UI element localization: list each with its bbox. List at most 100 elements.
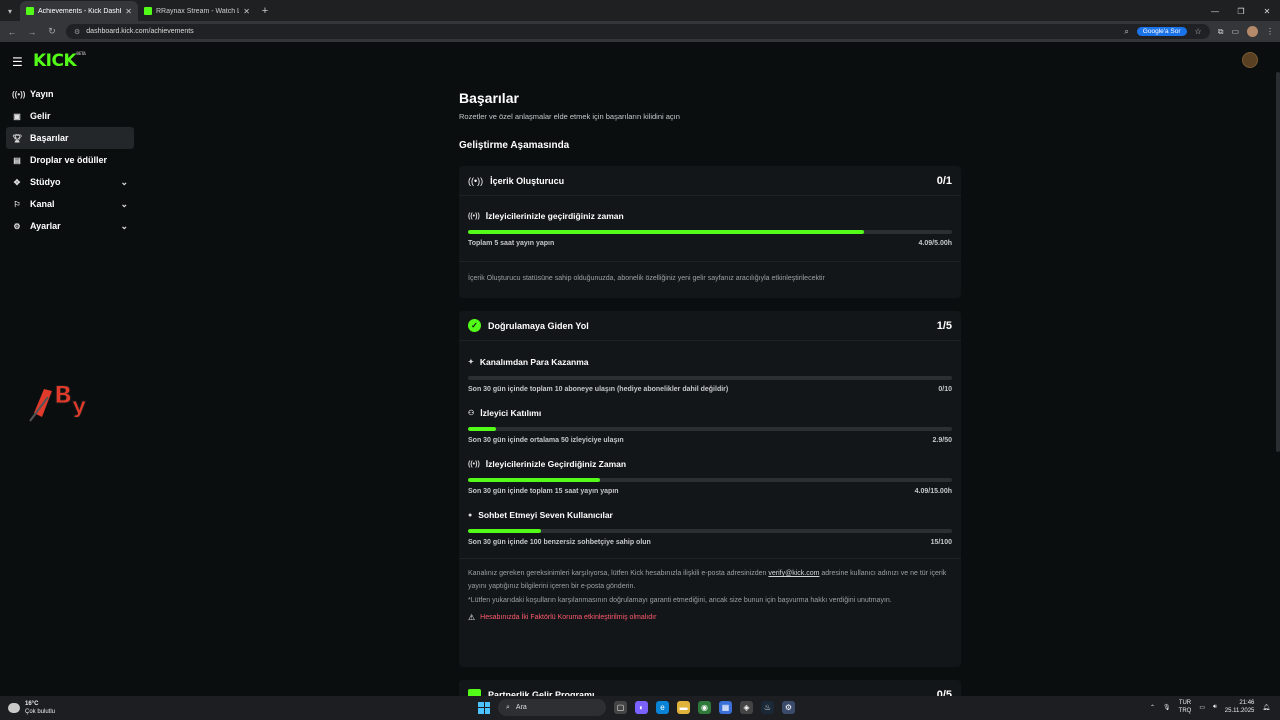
chevron-down-icon: ⌄ (120, 220, 128, 231)
scrollbar[interactable] (1276, 72, 1280, 452)
viewers-icon: ⚇ (468, 410, 475, 417)
clock[interactable]: 21:46 25.11.2025 (1225, 699, 1255, 715)
card-header: ✓ Doğrulamaya Giden Yol 1/5 (459, 311, 961, 341)
achievement-card-content-creator: ((•)) İçerik Oluşturucu 0/1 ((•)) İzleyi… (459, 166, 961, 298)
volume-icon[interactable]: 🔊︎ (1213, 704, 1217, 711)
back-icon[interactable]: ← (6, 27, 18, 37)
sidebar-item-droplar[interactable]: ▤ Droplar ve ödüller (6, 149, 134, 171)
store-icon[interactable]: ▦ (719, 701, 732, 714)
tray-chevron-icon[interactable]: ⌃ (1150, 704, 1155, 711)
requirement-value: 4.09/5.00h (918, 240, 952, 247)
google-ask-button[interactable]: Google'a Sor (1136, 27, 1187, 36)
broadcast-icon: ((•)) (468, 175, 484, 186)
broadcast-icon: ((•)) (468, 212, 480, 220)
requirement-title: Sohbet Etmeyi Seven Kullanıcılar (478, 510, 613, 520)
cast-icon[interactable]: ▭ (1231, 27, 1239, 36)
requirement-value: 2.9/50 (932, 437, 952, 444)
progress-bar (468, 376, 952, 380)
settings-icon[interactable]: ⚙ (782, 701, 795, 714)
close-tab-icon[interactable]: ✕ (125, 7, 132, 16)
chrome-icon[interactable]: ◉ (698, 701, 711, 714)
tab-title: Achievements - Kick Dashboard (38, 7, 121, 15)
maximize-icon[interactable]: ❐ (1228, 1, 1254, 21)
microphone-icon[interactable]: 🎙︎ (1163, 704, 1171, 711)
system-tray: ⌃ 🎙︎ TUR TRQ ▭ 🔊︎ 21:46 25.11.2025 🔔︎ (1150, 699, 1270, 715)
studio-icon: ✥ (13, 177, 21, 187)
minimize-icon[interactable]: — (1202, 1, 1228, 21)
windows-start-icon[interactable] (478, 701, 490, 714)
user-avatar[interactable] (1242, 52, 1258, 68)
notifications-icon[interactable]: 🔔︎ (1262, 704, 1270, 711)
sidebar-item-ayarlar[interactable]: ⚙ Ayarlar ⌄ (6, 215, 134, 237)
chevron-down-icon: ⌄ (120, 198, 128, 209)
card-progress-count: 1/5 (936, 319, 952, 332)
requirement-title: İzleyicilerinizle geçirdiğiniz zaman (485, 211, 624, 221)
new-tab-button[interactable]: + (256, 1, 274, 21)
copilot-icon[interactable]: ◐ (635, 701, 648, 714)
kick-logo[interactable]: KICKBETA (33, 51, 86, 71)
kick-favicon-icon (144, 7, 152, 15)
sidebar-item-kanal[interactable]: ⚐ Kanal ⌄ (6, 193, 134, 215)
steam-icon[interactable]: ♨ (761, 701, 774, 714)
tab-title: RRaynax Stream - Watch Live o (156, 7, 240, 15)
progress-fill (468, 529, 541, 533)
verify-email-link[interactable]: verify@kick.com (768, 570, 819, 577)
browser-tab-active[interactable]: Achievements - Kick Dashboard ✕ (20, 1, 138, 21)
browser-tab[interactable]: RRaynax Stream - Watch Live o ✕ (138, 1, 256, 21)
sidebar-item-label: Kanal (30, 199, 55, 209)
file-explorer-icon[interactable]: ▬ (677, 701, 690, 714)
app-icon[interactable]: ◈ (740, 701, 753, 714)
reload-icon[interactable]: ↻ (46, 26, 58, 37)
wallet-icon: ▣ (13, 111, 21, 121)
sidebar-item-basarilar[interactable]: 🏆︎ Başarılar (6, 127, 134, 149)
progress-bar (468, 478, 952, 482)
task-view-icon[interactable]: ▢ (614, 701, 627, 714)
menu-dots-icon[interactable]: ⋮ (1266, 27, 1274, 36)
weather-widget[interactable]: 16°C Çok bulutlu (0, 700, 55, 716)
lang-primary: TUR (1178, 700, 1192, 706)
taskbar-apps: ⌕ Ara ▢ ◐ e ▬ ◉ ▦ ◈ ♨ ⚙ (478, 699, 795, 716)
edge-icon[interactable]: e (656, 701, 669, 714)
requirement-title: İzleyicilerinizle Geçirdiğiniz Zaman (485, 459, 627, 469)
forward-icon[interactable]: → (26, 27, 38, 37)
bookmark-star-icon[interactable]: ☆ (1195, 27, 1202, 36)
weather-desc: Çok bulutlu (25, 709, 56, 715)
sidebar-item-label: Ayarlar (30, 221, 61, 231)
requirement-value: 15/100 (930, 539, 952, 546)
site-info-icon[interactable]: ⚙ (74, 28, 80, 36)
url-text: dashboard.kick.com/achievements (86, 28, 194, 35)
requirement-description: Son 30 gün içinde ortalama 50 izleyiciye… (468, 437, 624, 444)
close-tab-icon[interactable]: ✕ (243, 7, 250, 16)
page-subtitle: Rozetler ve özel anlaşmalar elde etmek i… (459, 112, 680, 121)
card-header: ((•)) İçerik Oluşturucu 0/1 (459, 166, 961, 196)
disclaimer-note: *Lütfen yukarıdaki koşulların karşılanma… (468, 597, 892, 604)
two-factor-warning: ⚠ Hesabınızda İki Faktörlü Koruma etkinl… (468, 613, 952, 622)
browser-tabbar: ▾ Achievements - Kick Dashboard ✕ RRayna… (0, 0, 1280, 21)
close-window-icon[interactable]: ✕ (1254, 1, 1280, 21)
section-title: Geliştirme Aşamasında (459, 140, 570, 151)
network-icon[interactable]: ▭ (1199, 704, 1205, 711)
zoom-icon[interactable]: ⌕ (1124, 27, 1128, 37)
requirement-description: Son 30 gün içinde toplam 15 saat yayın y… (468, 488, 619, 495)
sidebar-item-yayin[interactable]: ((•)) Yayın (6, 83, 134, 105)
language-indicator[interactable]: TUR TRQ (1179, 699, 1192, 715)
taskbar-search[interactable]: ⌕ Ara (498, 699, 606, 716)
tab-search-icon[interactable]: ▾ (0, 1, 20, 21)
requirement-title: İzleyici Katılımı (480, 408, 542, 418)
search-placeholder: Ara (515, 704, 527, 711)
profile-avatar[interactable] (1247, 26, 1258, 37)
sidebar-item-studyo[interactable]: ✥ Stüdyo ⌄ (6, 171, 134, 193)
url-input[interactable]: ⚙ dashboard.kick.com/achievements ⌕ Goog… (66, 24, 1210, 39)
sidebar-item-label: Başarılar (30, 133, 69, 143)
card-title: İçerik Oluşturucu (490, 175, 565, 186)
extensions-icon[interactable]: ⧉ (1218, 27, 1224, 37)
hamburger-menu-icon[interactable]: ☰ (12, 55, 23, 69)
page-title: Başarılar (459, 90, 519, 106)
sidebar-item-gelir[interactable]: ▣ Gelir (6, 105, 134, 127)
progress-fill (468, 478, 601, 482)
requirement-title: Kanalımdan Para Kazanma (479, 357, 589, 367)
card-title: Doğrulamaya Giden Yol (488, 320, 589, 331)
requirement: ⚇ İzleyici Katılımı Son 30 gün içinde or… (459, 393, 961, 444)
requirement: ((•)) İzleyicilerinizle geçirdiğiniz zam… (459, 196, 961, 247)
warning-text: Hesabınızda İki Faktörlü Koruma etkinleş… (480, 614, 657, 621)
